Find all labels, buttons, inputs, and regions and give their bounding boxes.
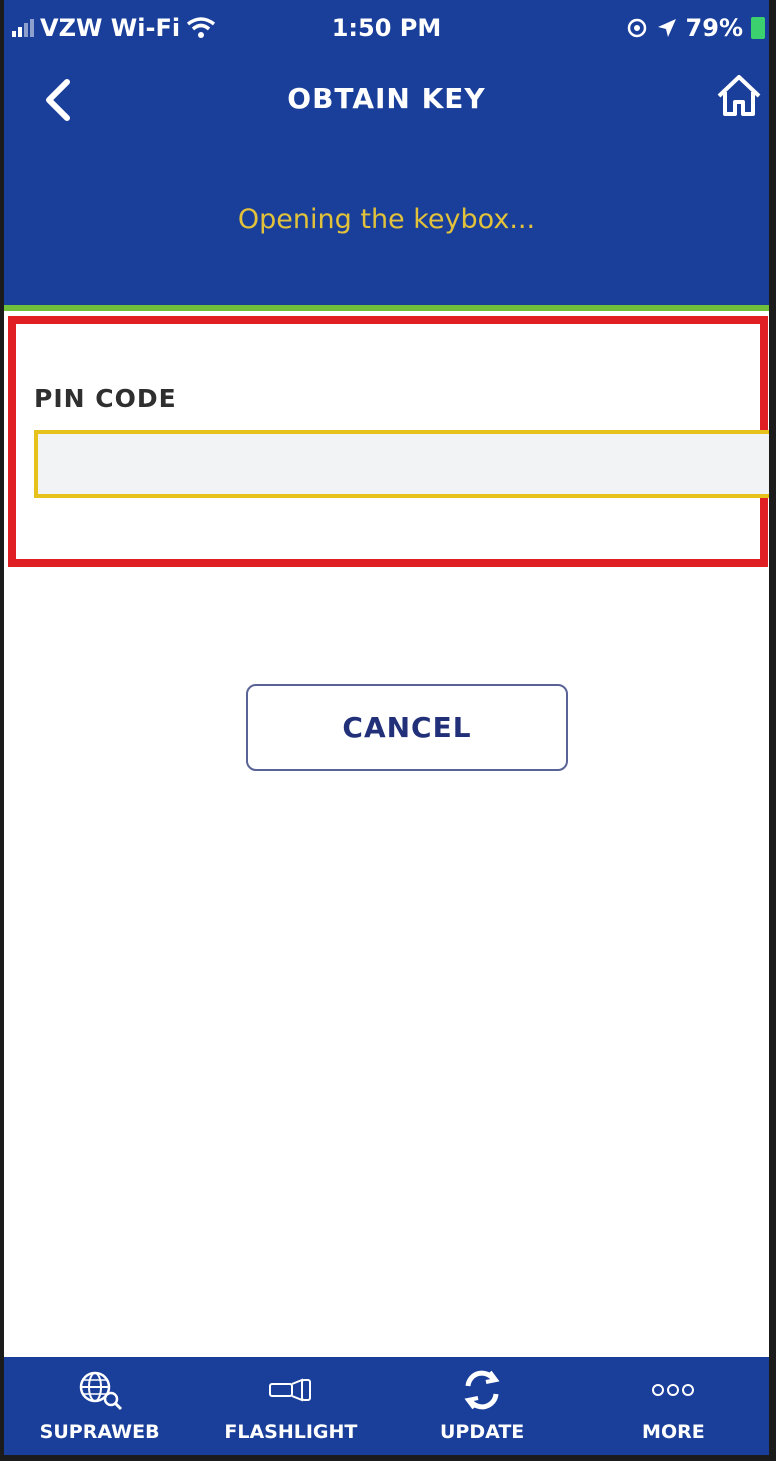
bottom-tab-bar: SUPRAWEB FLASHLIGHT UPDATE MORE [4, 1357, 769, 1455]
tab-label: UPDATE [439, 1421, 525, 1443]
status-right: 79% [626, 14, 765, 42]
page-title: OBTAIN KEY [287, 82, 486, 115]
status-message: Opening the keybox... [237, 204, 536, 235]
orientation-lock-icon [627, 18, 646, 38]
tab-label: FLASHLIGHT [224, 1421, 358, 1443]
app-header: VZW Wi-Fi 1:50 PM 79% OBTAIN KEY Opening… [4, 0, 769, 311]
globe-search-icon [76, 1369, 124, 1411]
cancel-button[interactable]: CANCEL [246, 684, 568, 771]
tab-flashlight[interactable]: FLASHLIGHT [195, 1357, 386, 1455]
tab-more[interactable]: MORE [578, 1357, 769, 1455]
battery-icon [751, 17, 765, 39]
tab-label: SUPRAWEB [39, 1421, 160, 1443]
pin-code-input[interactable] [34, 430, 769, 498]
home-icon [717, 75, 761, 116]
phone-screen: VZW Wi-Fi 1:50 PM 79% OBTAIN KEY Opening… [4, 0, 769, 1455]
more-dots-icon [649, 1369, 697, 1411]
flashlight-icon [267, 1369, 315, 1411]
home-button[interactable] [715, 72, 769, 132]
status-bar: VZW Wi-Fi 1:50 PM 79% [4, 0, 769, 56]
tab-label: MORE [642, 1421, 705, 1443]
progress-bar [4, 305, 769, 311]
sync-icon [458, 1369, 506, 1411]
location-icon [657, 19, 676, 37]
nav-bar: OBTAIN KEY [4, 58, 769, 148]
pin-code-label: PIN CODE [34, 384, 177, 413]
tab-supraweb[interactable]: SUPRAWEB [4, 1357, 195, 1455]
battery-percent: 79% [685, 14, 743, 42]
tab-update[interactable]: UPDATE [387, 1357, 578, 1455]
